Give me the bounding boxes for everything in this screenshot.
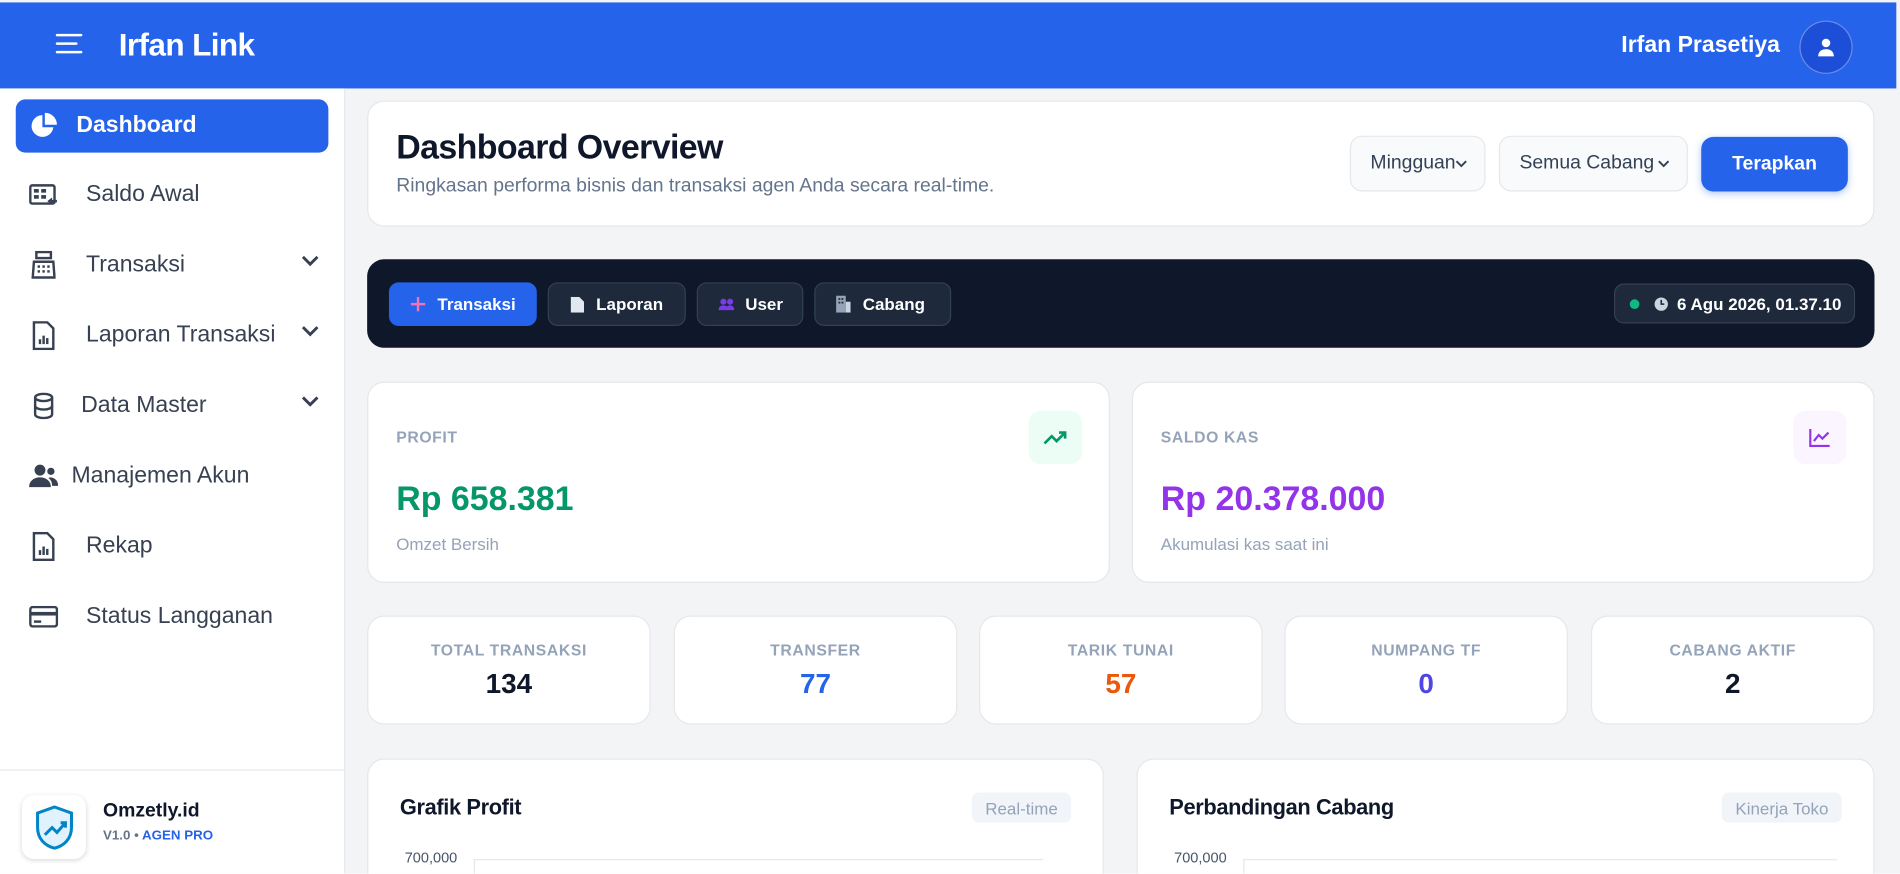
calculator-icon — [28, 250, 60, 280]
quick-user-button[interactable]: User — [696, 282, 804, 326]
cash-register-icon — [28, 181, 60, 210]
mini-stat-value: 0 — [1418, 667, 1434, 700]
user-name[interactable]: Irfan Prasetiya — [1621, 33, 1780, 60]
gridline — [1243, 859, 1837, 861]
users-icon — [717, 296, 734, 313]
chevron-down-icon — [301, 255, 319, 267]
profit-value: Rp 658.381 — [396, 479, 574, 518]
shield-chart-icon — [35, 804, 73, 850]
live-status-dot — [1629, 298, 1640, 309]
quick-transaksi-button[interactable]: Transaksi — [388, 282, 537, 326]
app-brand[interactable]: Irfan Link — [119, 27, 255, 65]
footer-brand: Omzetly.id — [102, 800, 200, 822]
sidebar-item-saldo-awal[interactable]: Saldo Awal — [16, 168, 329, 221]
mini-stat-label: NUMPANG TF — [1371, 640, 1482, 660]
sidebar-item-label: Saldo Awal — [86, 181, 200, 208]
file-chart-icon — [28, 531, 60, 562]
y-axis-tick: 700,000 — [404, 849, 458, 867]
y-axis-line — [1243, 859, 1245, 874]
sidebar-item-data-master[interactable]: Data Master — [16, 379, 329, 432]
pie-chart-icon — [28, 111, 60, 140]
plan-badge: AGEN PRO — [142, 828, 214, 844]
omzetly-logo — [21, 794, 87, 860]
sidebar-item-label: Dashboard — [76, 112, 197, 139]
period-select[interactable]: Mingguan — [1349, 135, 1486, 192]
report-icon — [28, 321, 60, 351]
cabang-aktif-card: CABANG AKTIF 2 — [1590, 615, 1875, 725]
mini-stat-value: 2 — [1724, 667, 1741, 700]
plus-icon — [410, 296, 427, 313]
mini-stat-label: CABANG AKTIF — [1669, 640, 1797, 660]
numpang-tf-card: NUMPANG TF 0 — [1284, 615, 1568, 725]
document-icon — [568, 296, 585, 313]
quick-action-bar: Transaksi Laporan User Cabang 6 Agu 2026… — [367, 259, 1875, 348]
chevron-down-icon — [1455, 160, 1467, 168]
transfer-card: TRANSFER 77 — [673, 615, 958, 725]
users-icon — [28, 462, 60, 491]
datetime-text: 6 Agu 2026, 01.37.10 — [1676, 293, 1842, 314]
profit-card: PROFIT Rp 658.381 Omzet Bersih — [367, 381, 1110, 583]
user-icon — [1818, 38, 1834, 57]
mini-stat-label: TRANSFER — [770, 640, 861, 660]
chevron-down-icon — [1658, 160, 1670, 168]
menu-toggle-icon[interactable] — [55, 33, 85, 56]
gridline — [473, 859, 1044, 861]
saldo-kas-card: SALDO KAS Rp 20.378.000 Akumulasi kas sa… — [1131, 381, 1875, 583]
trending-up-icon — [1028, 410, 1083, 465]
footer-version: V1.0 • AGEN PRO — [102, 828, 214, 844]
building-icon — [835, 295, 852, 313]
sidebar-item-dashboard[interactable]: Dashboard — [15, 99, 329, 153]
stat-note: Omzet Bersih — [396, 534, 499, 554]
saldo-kas-value: Rp 20.378.000 — [1160, 479, 1386, 518]
mini-stat-value: 77 — [799, 667, 831, 700]
y-axis-tick: 700,000 — [1174, 849, 1227, 867]
page-title: Dashboard Overview — [396, 128, 723, 167]
chart-title: Grafik Profit — [399, 794, 522, 820]
sidebar-item-label: Status Langganan — [86, 603, 273, 629]
mini-stat-value: 57 — [1105, 667, 1137, 700]
chevron-down-icon — [301, 326, 319, 337]
page-header-card: Dashboard Overview Ringkasan performa bi… — [367, 100, 1875, 227]
sidebar: Dashboard Saldo Awal Transaksi Laporan T… — [0, 88, 346, 874]
chart-title: Perbandingan Cabang — [1169, 794, 1394, 820]
profit-chart-card: Grafik Profit Real-time 700,000 — [367, 758, 1104, 874]
mini-stat-label: TARIK TUNAI — [1067, 640, 1174, 660]
sidebar-item-laporan-transaksi[interactable]: Laporan Transaksi — [16, 309, 329, 362]
chart-tag: Real-time — [971, 792, 1072, 823]
stat-note: Akumulasi kas saat ini — [1160, 534, 1329, 554]
mini-stat-value: 134 — [485, 667, 533, 700]
sidebar-item-label: Rekap — [86, 533, 153, 559]
app-root: Irfan Link Irfan Prasetiya Dashboard Sal… — [0, 0, 1900, 874]
branch-select[interactable]: Semua Cabang — [1498, 135, 1688, 192]
database-icon — [28, 391, 60, 420]
top-navbar: Irfan Link Irfan Prasetiya — [0, 2, 1897, 89]
user-avatar[interactable] — [1799, 20, 1853, 74]
sidebar-item-label: Manajemen Akun — [71, 462, 250, 489]
live-clock: 6 Agu 2026, 01.37.10 — [1613, 283, 1856, 324]
page-subtitle: Ringkasan performa bisnis dan transaksi … — [396, 175, 995, 197]
stat-label: PROFIT — [396, 427, 458, 446]
sidebar-item-manajemen-akun[interactable]: Manajemen Akun — [16, 450, 329, 503]
credit-card-icon — [28, 602, 60, 631]
sidebar-item-rekap[interactable]: Rekap — [16, 520, 329, 573]
chart-tag: Kinerja Toko — [1722, 792, 1842, 823]
chevron-down-icon — [301, 396, 319, 407]
tarik-tunai-card: TARIK TUNAI 57 — [979, 615, 1263, 725]
sidebar-item-label: Transaksi — [86, 252, 185, 278]
sidebar-item-label: Laporan Transaksi — [86, 322, 276, 348]
mini-stat-label: TOTAL TRANSAKSI — [430, 640, 587, 660]
sidebar-item-transaksi[interactable]: Transaksi — [16, 239, 329, 292]
sidebar-item-status-langganan[interactable]: Status Langganan — [16, 590, 329, 643]
chart-line-icon — [1793, 410, 1847, 465]
sidebar-footer: Omzetly.id V1.0 • AGEN PRO — [0, 769, 346, 873]
branch-chart-card: Perbandingan Cabang Kinerja Toko 700,000 — [1136, 758, 1875, 874]
clock-icon — [1654, 296, 1668, 311]
apply-button[interactable]: Terapkan — [1701, 136, 1848, 192]
stat-label: SALDO KAS — [1160, 427, 1260, 446]
quick-cabang-button[interactable]: Cabang — [814, 282, 952, 326]
y-axis-line — [473, 859, 475, 874]
total-transaksi-card: TOTAL TRANSAKSI 134 — [367, 615, 651, 725]
quick-laporan-button[interactable]: Laporan — [547, 282, 686, 326]
sidebar-item-label: Data Master — [81, 392, 207, 419]
